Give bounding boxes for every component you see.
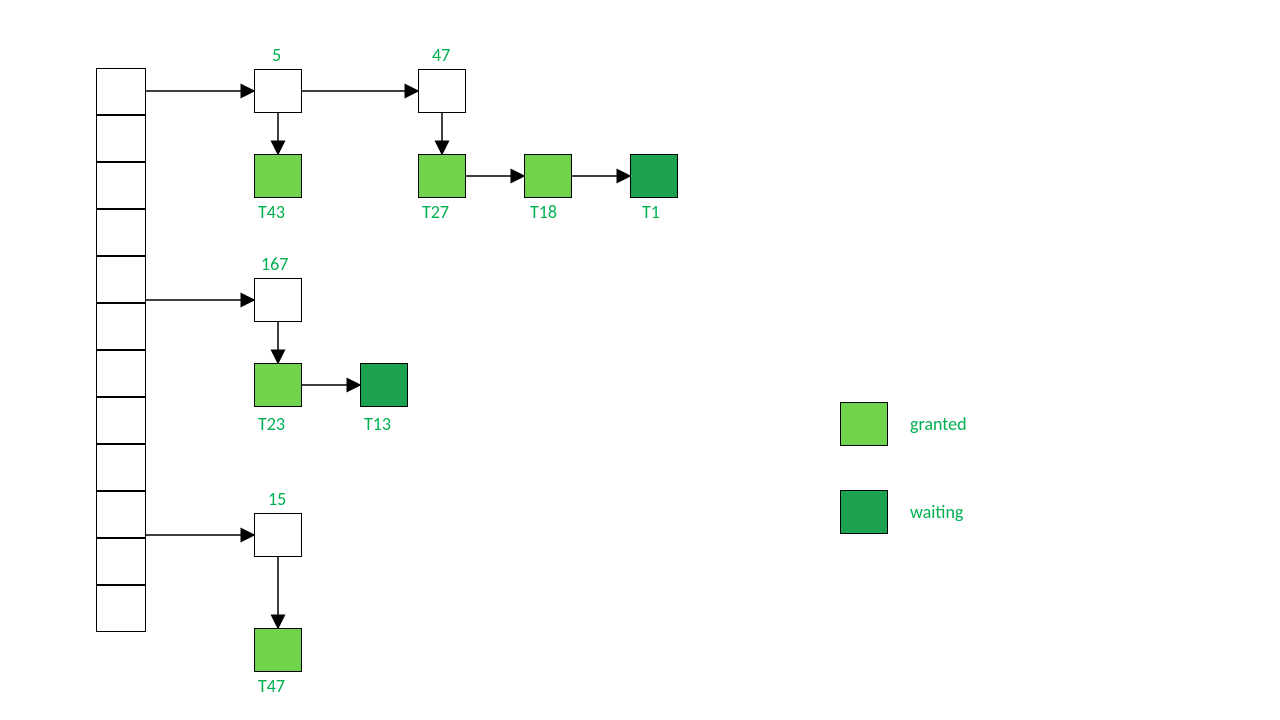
hash-slot [96,350,146,397]
hash-slot [96,209,146,256]
hash-slot [96,585,146,632]
arrow-layer [0,0,1280,720]
hash-slot [96,397,146,444]
bucket-node [254,513,302,557]
transaction-label: T47 [258,675,285,697]
transaction-label: T1 [642,201,660,223]
hash-slot [96,115,146,162]
transaction-box [254,154,302,198]
legend-label-granted: granted [910,413,967,435]
bucket-node [254,69,302,113]
transaction-label: T43 [258,201,285,223]
transaction-label: T13 [364,413,391,435]
transaction-label: T27 [422,201,449,223]
transaction-box [630,154,678,198]
transaction-box [524,154,572,198]
transaction-box [418,154,466,198]
transaction-box [254,363,302,407]
hash-slot [96,444,146,491]
hash-slot [96,256,146,303]
bucket-key-label: 167 [261,253,288,275]
diagram-canvas: 5 T43 47 T27 T18 T1 167 T23 T13 15 T47 g… [0,0,1280,720]
bucket-key-label: 5 [272,44,281,66]
bucket-node [254,278,302,322]
hash-slot [96,303,146,350]
transaction-box [254,628,302,672]
bucket-key-label: 47 [432,44,450,66]
transaction-box [360,363,408,407]
legend-swatch-waiting [840,490,888,534]
transaction-label: T18 [530,201,557,223]
hash-slot [96,162,146,209]
hash-slot [96,491,146,538]
bucket-node [418,69,466,113]
legend-label-waiting: waiting [910,501,963,523]
hash-slot [96,68,146,115]
bucket-key-label: 15 [268,488,286,510]
legend-swatch-granted [840,402,888,446]
transaction-label: T23 [258,413,285,435]
hash-slot [96,538,146,585]
